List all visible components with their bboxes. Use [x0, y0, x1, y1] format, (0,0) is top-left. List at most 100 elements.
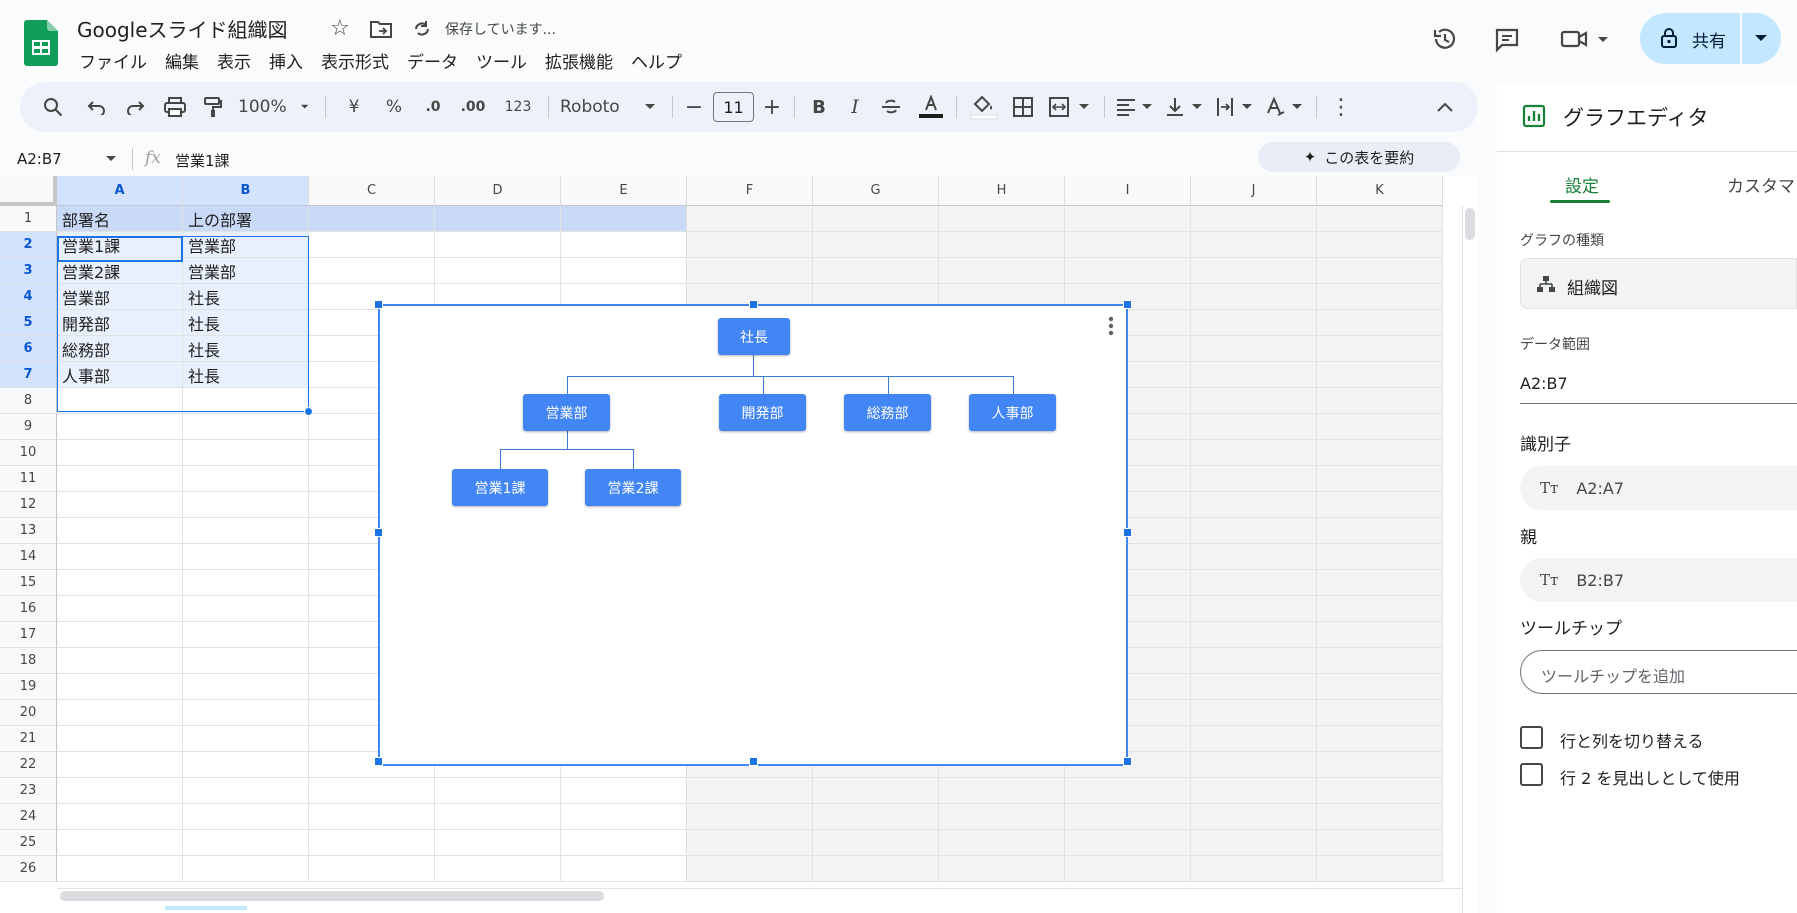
grid-cell[interactable]	[183, 544, 309, 570]
resize-handle[interactable]	[749, 757, 758, 766]
grid-cell[interactable]	[813, 206, 939, 232]
grid-cell[interactable]	[687, 258, 813, 284]
grid-cell[interactable]	[1317, 466, 1443, 492]
grid-cell[interactable]	[1317, 310, 1443, 336]
increase-font-size-button[interactable]: +	[762, 82, 782, 132]
chart-type-select[interactable]: 組織図	[1520, 258, 1797, 309]
grid-cell[interactable]	[1191, 726, 1317, 752]
search-menu-icon[interactable]	[38, 82, 68, 132]
text-rotation-icon[interactable]	[1264, 82, 1308, 132]
grid-cell[interactable]	[1317, 414, 1443, 440]
decrease-decimal-button[interactable]: .0	[418, 82, 448, 132]
use-row-header-checkbox[interactable]	[1520, 763, 1543, 786]
grid-cell[interactable]	[57, 570, 183, 596]
text-wrapping-icon[interactable]	[1214, 82, 1258, 132]
grid-cell[interactable]	[309, 258, 435, 284]
grid-cell[interactable]	[183, 700, 309, 726]
sheets-logo-icon[interactable]	[24, 20, 58, 66]
row-header[interactable]: 12	[0, 492, 57, 518]
fill-color-icon[interactable]	[968, 82, 1000, 132]
grid-cell[interactable]	[1317, 648, 1443, 674]
grid-cell[interactable]	[1317, 856, 1443, 882]
grid-cell[interactable]	[939, 830, 1065, 856]
grid-cell[interactable]	[1065, 804, 1191, 830]
summarize-table-button[interactable]: ✦ この表を要約	[1258, 142, 1460, 172]
column-header[interactable]: F	[687, 176, 813, 206]
column-header[interactable]: A	[57, 176, 183, 206]
grid-cell[interactable]	[1191, 440, 1317, 466]
strikethrough-icon[interactable]	[878, 82, 904, 132]
grid-cell[interactable]	[57, 830, 183, 856]
grid-cell[interactable]	[183, 752, 309, 778]
grid-cell[interactable]	[309, 206, 435, 232]
chart-menu-icon[interactable]	[1108, 316, 1114, 336]
redo-icon[interactable]	[120, 82, 150, 132]
grid-cell[interactable]	[435, 206, 561, 232]
row-header[interactable]: 20	[0, 700, 57, 726]
identifier-series-chip[interactable]: Tт A2:A7	[1520, 466, 1797, 510]
tab-setup[interactable]: 設定	[1565, 172, 1599, 197]
grid-cell[interactable]	[1317, 232, 1443, 258]
grid-cell[interactable]	[939, 206, 1065, 232]
share-button[interactable]: 共有	[1640, 13, 1781, 64]
grid-cell[interactable]	[183, 518, 309, 544]
grid-cell[interactable]	[561, 830, 687, 856]
more-formats-button[interactable]: 123	[500, 82, 536, 132]
grid-cell[interactable]	[561, 206, 687, 232]
format-percent-button[interactable]: %	[380, 82, 408, 132]
grid-cell[interactable]	[1065, 232, 1191, 258]
grid-cell[interactable]	[687, 778, 813, 804]
org-node-sales2[interactable]: 営業2課	[585, 469, 681, 506]
column-header[interactable]: D	[435, 176, 561, 206]
format-currency-button[interactable]: ¥	[340, 82, 368, 132]
grid-cell[interactable]	[57, 518, 183, 544]
grid-cell[interactable]	[57, 804, 183, 830]
grid-cell[interactable]	[813, 778, 939, 804]
row-header[interactable]: 25	[0, 830, 57, 856]
vertical-align-icon[interactable]	[1164, 82, 1208, 132]
grid-cell[interactable]	[183, 570, 309, 596]
menu-format[interactable]: 表示形式	[312, 46, 398, 75]
row-header[interactable]: 21	[0, 726, 57, 752]
horizontal-align-icon[interactable]	[1114, 82, 1158, 132]
undo-icon[interactable]	[82, 82, 112, 132]
bold-button[interactable]: B	[806, 82, 832, 132]
grid-cell[interactable]	[57, 596, 183, 622]
grid-cell[interactable]	[1317, 544, 1443, 570]
row-header[interactable]: 1	[0, 206, 57, 232]
grid-cell[interactable]	[57, 856, 183, 882]
grid-cell[interactable]	[309, 804, 435, 830]
grid-cell[interactable]	[1191, 492, 1317, 518]
italic-button[interactable]: I	[842, 82, 868, 132]
grid-cell[interactable]	[1191, 310, 1317, 336]
meet-icon[interactable]	[1560, 28, 1612, 50]
grid-cell[interactable]	[1191, 570, 1317, 596]
resize-handle[interactable]	[374, 528, 383, 537]
grid-cell[interactable]	[183, 440, 309, 466]
grid-cell[interactable]	[1191, 804, 1317, 830]
row-header[interactable]: 2	[0, 232, 57, 258]
grid-cell[interactable]	[1317, 700, 1443, 726]
grid-cell[interactable]	[687, 856, 813, 882]
fill-handle[interactable]	[304, 407, 313, 416]
menu-help[interactable]: ヘルプ	[622, 46, 691, 75]
grid-cell[interactable]	[309, 856, 435, 882]
grid-cell[interactable]	[1317, 258, 1443, 284]
name-box[interactable]: A2:B7	[17, 150, 62, 168]
grid-cell[interactable]: 上の部署	[183, 206, 309, 232]
menu-insert[interactable]: 挿入	[260, 46, 312, 75]
grid-cell[interactable]	[183, 804, 309, 830]
grid-cell[interactable]	[813, 804, 939, 830]
grid-cell[interactable]	[939, 258, 1065, 284]
row-header[interactable]: 15	[0, 570, 57, 596]
grid-cell[interactable]	[561, 778, 687, 804]
menu-edit[interactable]: 編集	[156, 46, 208, 75]
version-history-icon[interactable]	[1432, 26, 1458, 52]
vertical-scroll-thumb[interactable]	[1465, 208, 1475, 240]
grid-cell[interactable]	[1191, 544, 1317, 570]
column-header[interactable]: K	[1317, 176, 1443, 206]
grid-cell[interactable]	[1317, 206, 1443, 232]
grid-cell[interactable]	[1191, 700, 1317, 726]
grid-cell[interactable]	[57, 440, 183, 466]
row-header[interactable]: 3	[0, 258, 57, 284]
